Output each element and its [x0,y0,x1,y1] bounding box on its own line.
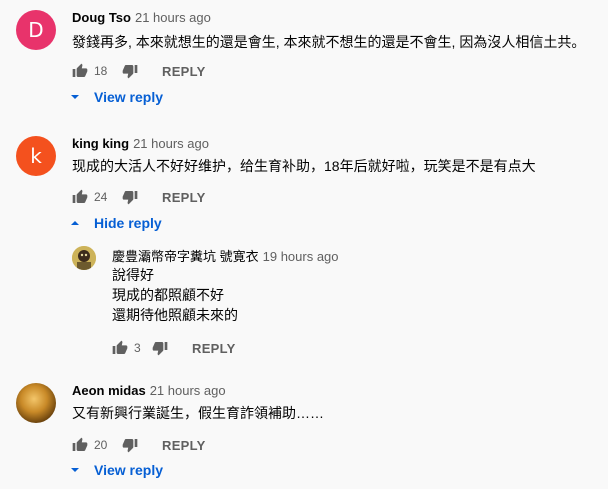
view-replies-toggle[interactable]: View reply [70,462,163,478]
avatar[interactable] [16,383,56,423]
reply-line: 說得好 [112,267,154,283]
author-name[interactable]: Doug Tso [72,10,131,25]
comment-header: king king 21 hours ago [72,136,209,151]
comment-time[interactable]: 21 hours ago [150,383,226,398]
thumbs-up-icon[interactable] [72,189,88,205]
avatar[interactable]: D [16,10,56,50]
reply-button[interactable]: REPLY [162,64,206,79]
thumbs-up-icon[interactable] [112,340,128,356]
comment-actions: 24 REPLY [72,185,206,209]
thumbs-up-icon[interactable] [72,63,88,79]
comment-text: 又有新興行業誕生，假生育詐領補助…… [72,405,324,421]
comment-header: Doug Tso 21 hours ago [72,10,211,25]
comment-actions: 20 REPLY [72,433,206,457]
view-replies-toggle[interactable]: View reply [70,89,163,105]
like-count: 24 [94,190,108,204]
avatar-image-icon [72,246,96,270]
author-name[interactable]: king king [72,136,129,151]
toggle-label: View reply [94,462,164,478]
comment-header: 慶豊灞幣帝字糞坑 號寛衣 19 hours ago [112,246,339,265]
thumbs-down-icon[interactable] [152,340,168,356]
thumbs-down-icon[interactable] [122,63,138,79]
caret-down-icon [70,89,94,105]
reply-line: 現成的都照顧不好 [112,287,224,303]
caret-down-icon [70,462,94,478]
reply-button[interactable]: REPLY [192,341,236,356]
comment-text: 發錢再多, 本來就想生的還是會生, 本來就不想生的還是不會生, 因為沒人相信土共… [72,34,586,50]
comment-time[interactable]: 21 hours ago [133,136,209,151]
comment-text: 现成的大活人不好好维护，给生育补助，18年后就好啦，玩笑是不是有点大 [72,158,536,174]
toggle-label: Hide reply [94,215,162,231]
avatar[interactable]: k [16,136,56,176]
comment-actions: 3 REPLY [112,336,236,360]
like-count: 18 [94,64,108,78]
thumbs-down-icon[interactable] [122,437,138,453]
reply-button[interactable]: REPLY [162,438,206,453]
comment-header: Aeon midas 21 hours ago [72,383,226,398]
reply-button[interactable]: REPLY [162,190,206,205]
comment-time[interactable]: 19 hours ago [263,249,339,264]
like-count: 3 [134,341,141,355]
author-name[interactable]: 慶豊灞幣帝字糞坑 號寛衣 [112,249,259,264]
caret-up-icon [70,215,94,231]
comment-actions: 18 REPLY [72,59,206,83]
like-count: 20 [94,438,108,452]
reply-line: 還期待他照顧未來的 [112,307,238,323]
author-name[interactable]: Aeon midas [72,383,146,398]
toggle-label: View reply [94,89,164,105]
comment-time[interactable]: 21 hours ago [135,10,211,25]
avatar[interactable] [72,246,96,270]
thumbs-down-icon[interactable] [122,189,138,205]
hide-replies-toggle[interactable]: Hide reply [70,215,162,231]
thumbs-up-icon[interactable] [72,437,88,453]
